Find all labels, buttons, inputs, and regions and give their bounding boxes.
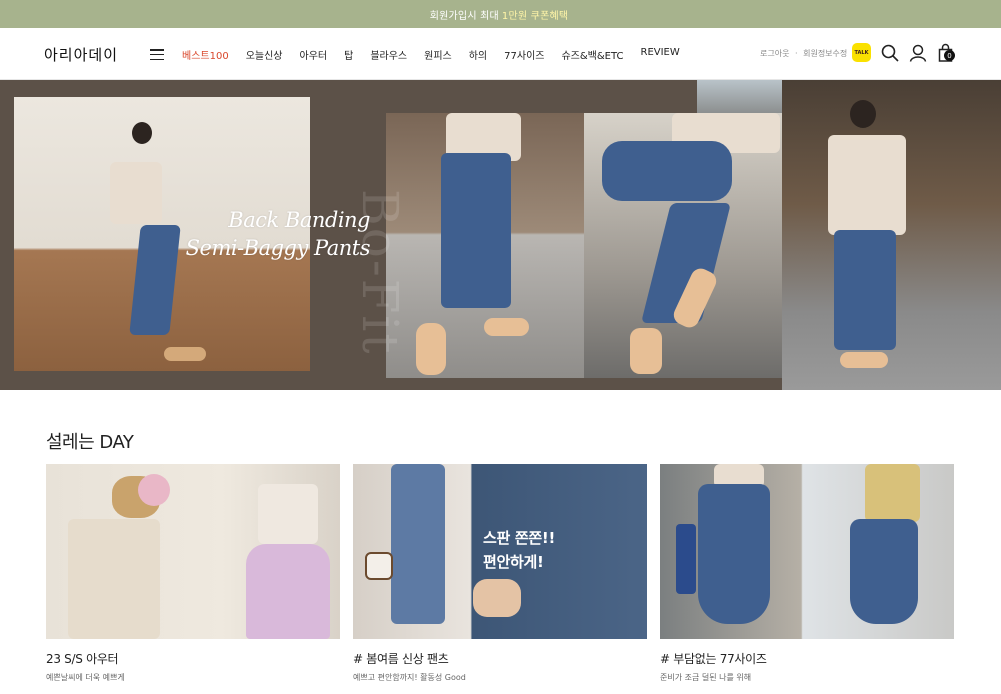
card-name[interactable]: # 봄여름 신상 팬츠 [353,650,647,667]
card-desc: 준비가 조금 덜된 나를 위해 [660,673,752,682]
hero-photo-sitting [584,113,782,378]
card-desc: 예쁘고 편안함까지! 활동성 Good [353,673,466,682]
nav-item-outer[interactable]: 아우터 [300,47,328,62]
section-title: 설레는 DAY [46,432,134,453]
util-separator: · [795,49,798,58]
hero-photo-doorway [782,80,1001,390]
category-card-pants[interactable]: 스판 쫀쫀!! 편안하게! # 봄여름 신상 팬츠 예쁘고 편안함까지! 활동성… [353,464,647,683]
site-header: 아리아데이 베스트100 오늘신상 아우터 탑 블라우스 원피스 하의 77사이… [0,28,1001,80]
util-links: 로그아웃 · 회원정보수정 [760,48,847,59]
edit-profile-link[interactable]: 회원정보수정 [803,49,847,58]
hero-photo-window [697,80,782,113]
promo-bar[interactable]: 회원가입시 최대 1만원 쿠폰혜택 [0,0,1001,28]
nav-item-new-today[interactable]: 오늘신상 [246,47,283,62]
menu-icon[interactable] [150,49,164,60]
hero-banner[interactable]: Bo-Fit Back Banding Semi-Baggy Pants [0,80,1001,390]
hero-title-line2: Semi-Baggy Pants [185,236,371,260]
search-icon[interactable] [880,43,900,63]
card-desc: 예쁜날씨에 더욱 예쁘게 [46,673,125,682]
category-card-outer[interactable]: 23 S/S 아우터 예쁜날씨에 더욱 예쁘게 [46,464,340,683]
card-name[interactable]: 23 S/S 아우터 [46,650,340,667]
cart-count-badge: 0 [944,50,955,61]
promo-text: 회원가입시 최대 [429,10,499,22]
hero-title-line1: Back Banding [228,208,370,232]
logout-link[interactable]: 로그아웃 [760,49,789,58]
promo-highlight: 1만원 쿠폰혜택 [501,10,569,22]
nav-item-blouse[interactable]: 블라우스 [370,47,407,62]
nav-item-shoes-bag-etc[interactable]: 슈즈&백&ETC [561,47,623,62]
hero-title: Back Banding Semi-Baggy Pants [160,206,371,262]
overlay-line2: 편안하게! [483,553,544,571]
user-icon[interactable] [908,43,928,63]
card-overlay-text: 스판 쫀쫀!! 편안하게! [483,526,555,574]
card-image[interactable] [46,464,340,639]
card-image[interactable] [660,464,954,639]
category-card-77size[interactable]: # 부담없는 77사이즈 준비가 조금 덜된 나를 위해 [660,464,954,683]
site-logo[interactable]: 아리아데이 [44,44,118,65]
nav-item-review[interactable]: REVIEW [641,47,680,62]
card-name[interactable]: # 부담없는 77사이즈 [660,650,954,667]
main-nav: 베스트100 오늘신상 아우터 탑 블라우스 원피스 하의 77사이즈 슈즈&백… [182,47,697,62]
nav-item-bottom[interactable]: 하의 [469,47,487,62]
nav-item-best100[interactable]: 베스트100 [182,47,229,62]
nav-item-top[interactable]: 탑 [344,47,353,62]
nav-item-77size[interactable]: 77사이즈 [504,47,544,62]
hero-photo-walking [386,113,584,378]
overlay-line1: 스판 쫀쫀!! [483,529,556,547]
kakao-talk-icon[interactable]: TALK [852,43,871,62]
nav-item-onepiece[interactable]: 원피스 [424,47,452,62]
card-image[interactable]: 스판 쫀쫀!! 편안하게! [353,464,647,639]
